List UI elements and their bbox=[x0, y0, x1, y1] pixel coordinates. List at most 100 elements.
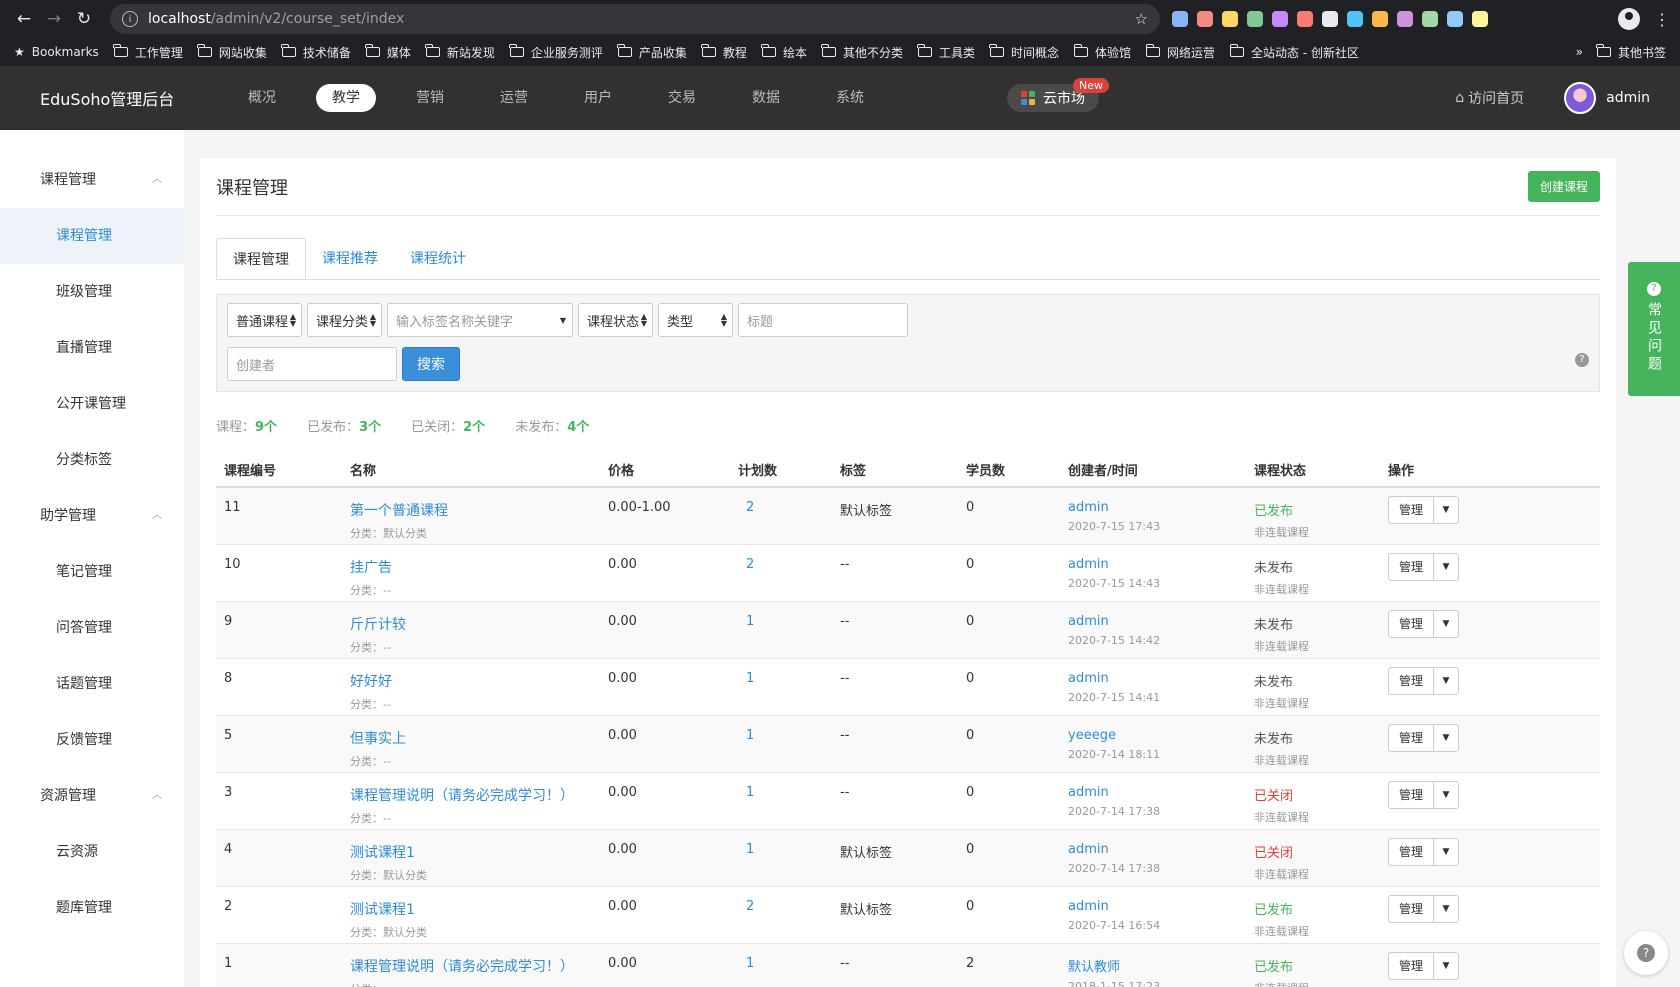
extension-icon[interactable] bbox=[1347, 11, 1363, 27]
bookmark-item[interactable]: 绘本 bbox=[761, 44, 807, 61]
sidebar-item[interactable]: 问答管理 bbox=[0, 600, 184, 656]
sidebar-item[interactable]: 反馈管理 bbox=[0, 712, 184, 768]
bookmark-item[interactable]: 网站收集 bbox=[197, 44, 267, 61]
sidebar-group[interactable]: 助学管理 ︿ bbox=[0, 488, 184, 544]
other-bookmarks[interactable]: 其他书签 bbox=[1596, 44, 1666, 61]
creator-link[interactable]: admin bbox=[1068, 557, 1246, 572]
bookmark-star-icon[interactable]: ☆ bbox=[1135, 10, 1148, 28]
creator-link[interactable]: admin bbox=[1068, 500, 1246, 515]
bookmark-item[interactable]: 其他不分类 bbox=[821, 44, 903, 61]
create-course-button[interactable]: 创建课程 bbox=[1527, 171, 1600, 202]
forward-arrow-icon[interactable]: → bbox=[40, 5, 68, 33]
caret-down-icon[interactable]: ▼ bbox=[1434, 782, 1458, 808]
sidebar-group[interactable]: 资源管理 ︿ bbox=[0, 768, 184, 824]
sidebar-item[interactable]: 云资源 bbox=[0, 824, 184, 880]
back-arrow-icon[interactable]: ← bbox=[10, 5, 38, 33]
manage-button[interactable]: 管理 bbox=[1389, 724, 1435, 751]
plan-count-link[interactable]: 1 bbox=[738, 728, 754, 743]
manage-button[interactable]: 管理 bbox=[1389, 838, 1435, 865]
course-name-link[interactable]: 挂广告 bbox=[350, 557, 600, 577]
caret-down-icon[interactable]: ▼ bbox=[1434, 668, 1458, 694]
extension-icon[interactable] bbox=[1247, 11, 1263, 27]
course-name-link[interactable]: 测试课程1 bbox=[350, 842, 600, 862]
category-select[interactable]: 课程分类 ▲ ▼ bbox=[307, 303, 382, 337]
creator-link[interactable]: 默认教师 bbox=[1068, 956, 1246, 975]
info-icon[interactable]: i bbox=[122, 11, 138, 27]
sidebar-item[interactable]: 笔记管理 bbox=[0, 544, 184, 600]
browser-menu-icon[interactable]: ⋮ bbox=[1654, 10, 1670, 29]
bookmark-item[interactable]: 企业服务测评 bbox=[509, 44, 603, 61]
status-select[interactable]: 课程状态 ▲ ▼ bbox=[578, 303, 653, 337]
sidebar-group[interactable]: 课程管理 ︿ bbox=[0, 152, 184, 208]
caret-down-icon[interactable]: ▼ bbox=[1434, 953, 1458, 979]
sidebar-item[interactable]: 分类标签 bbox=[0, 432, 184, 488]
nav-item[interactable]: 系统 bbox=[808, 84, 892, 112]
course-name-link[interactable]: 测试课程1 bbox=[350, 899, 600, 919]
sidebar-item[interactable]: 公开课管理 bbox=[0, 376, 184, 432]
caret-down-icon[interactable]: ▼ bbox=[1434, 611, 1458, 637]
sidebar-item[interactable]: 直播管理 bbox=[0, 320, 184, 376]
course-type-select[interactable]: 普通课程 ▲ ▼ bbox=[227, 303, 302, 337]
course-name-link[interactable]: 好好好 bbox=[350, 671, 600, 691]
bookmarks-button[interactable]: ★ Bookmarks bbox=[14, 45, 99, 59]
bookmark-item[interactable]: 全站动态 - 创新社区 bbox=[1229, 44, 1359, 61]
manage-button[interactable]: 管理 bbox=[1389, 553, 1435, 580]
creator-link[interactable]: admin bbox=[1068, 899, 1246, 914]
username[interactable]: admin bbox=[1606, 90, 1650, 106]
bookmark-item[interactable]: 产品收集 bbox=[617, 44, 687, 61]
caret-down-icon[interactable]: ▼ bbox=[1434, 725, 1458, 751]
title-input[interactable]: 标题 bbox=[738, 303, 908, 337]
extension-icon[interactable] bbox=[1472, 11, 1488, 27]
bookmark-item[interactable]: 媒体 bbox=[365, 44, 411, 61]
cloud-market-button[interactable]: 云市场 New bbox=[1007, 78, 1109, 112]
extension-icon[interactable] bbox=[1397, 11, 1413, 27]
caret-down-icon[interactable]: ▼ bbox=[1434, 497, 1458, 523]
tab-item[interactable]: 课程统计 bbox=[394, 238, 482, 279]
course-name-link[interactable]: 课程管理说明（请务必完成学习！） bbox=[350, 785, 600, 805]
brand-logo[interactable]: EduSoho管理后台 bbox=[40, 86, 220, 110]
extension-icon[interactable] bbox=[1447, 11, 1463, 27]
extension-icon[interactable] bbox=[1272, 11, 1288, 27]
search-button[interactable]: 搜索 bbox=[402, 347, 460, 381]
creator-link[interactable]: yeeege bbox=[1068, 728, 1246, 743]
type-select[interactable]: 类型 ▲ ▼ bbox=[658, 303, 733, 337]
extension-icon[interactable] bbox=[1297, 11, 1313, 27]
extension-icon[interactable] bbox=[1197, 11, 1213, 27]
sidebar-item[interactable]: 班级管理 bbox=[0, 264, 184, 320]
creator-link[interactable]: admin bbox=[1068, 614, 1246, 629]
manage-button[interactable]: 管理 bbox=[1389, 497, 1435, 523]
course-name-link[interactable]: 第一个普通课程 bbox=[350, 500, 600, 520]
creator-link[interactable]: admin bbox=[1068, 842, 1246, 857]
bookmark-item[interactable]: 教程 bbox=[701, 44, 747, 61]
creator-link[interactable]: admin bbox=[1068, 785, 1246, 800]
help-icon[interactable]: ? bbox=[1575, 353, 1589, 367]
visit-home-link[interactable]: ⌂ 访问首页 bbox=[1455, 88, 1524, 108]
sidebar-item[interactable]: 课程管理 bbox=[0, 208, 184, 264]
bookmark-item[interactable]: 技术储备 bbox=[281, 44, 351, 61]
plan-count-link[interactable]: 2 bbox=[738, 500, 754, 515]
plan-count-link[interactable]: 2 bbox=[738, 899, 754, 914]
extension-icon[interactable] bbox=[1222, 11, 1238, 27]
avatar[interactable] bbox=[1564, 82, 1597, 114]
extension-icon[interactable] bbox=[1322, 11, 1338, 27]
course-name-link[interactable]: 课程管理说明（请务必完成学习！） bbox=[350, 956, 600, 976]
course-name-link[interactable]: 但事实上 bbox=[350, 728, 600, 748]
nav-item[interactable]: 用户 bbox=[556, 84, 640, 112]
manage-button[interactable]: 管理 bbox=[1389, 610, 1435, 637]
manage-button[interactable]: 管理 bbox=[1389, 781, 1435, 808]
plan-count-link[interactable]: 1 bbox=[738, 671, 754, 686]
nav-item[interactable]: 交易 bbox=[640, 84, 724, 112]
bookmark-item[interactable]: 时间概念 bbox=[989, 44, 1059, 61]
plan-count-link[interactable]: 1 bbox=[738, 785, 754, 800]
bookmark-item[interactable]: 工具类 bbox=[917, 44, 975, 61]
creator-link[interactable]: admin bbox=[1068, 671, 1246, 686]
sidebar-item[interactable]: 题库管理 bbox=[0, 880, 184, 936]
bookmark-item[interactable]: 网络运营 bbox=[1145, 44, 1215, 61]
caret-down-icon[interactable]: ▼ bbox=[1434, 839, 1458, 865]
nav-item[interactable]: 运营 bbox=[472, 84, 556, 112]
extension-icon[interactable] bbox=[1422, 11, 1438, 27]
caret-down-icon[interactable]: ▼ bbox=[1434, 896, 1458, 922]
bookmark-item[interactable]: 体验馆 bbox=[1073, 44, 1131, 61]
nav-item[interactable]: 营销 bbox=[388, 84, 472, 112]
creator-input[interactable]: 创建者 bbox=[227, 347, 397, 381]
